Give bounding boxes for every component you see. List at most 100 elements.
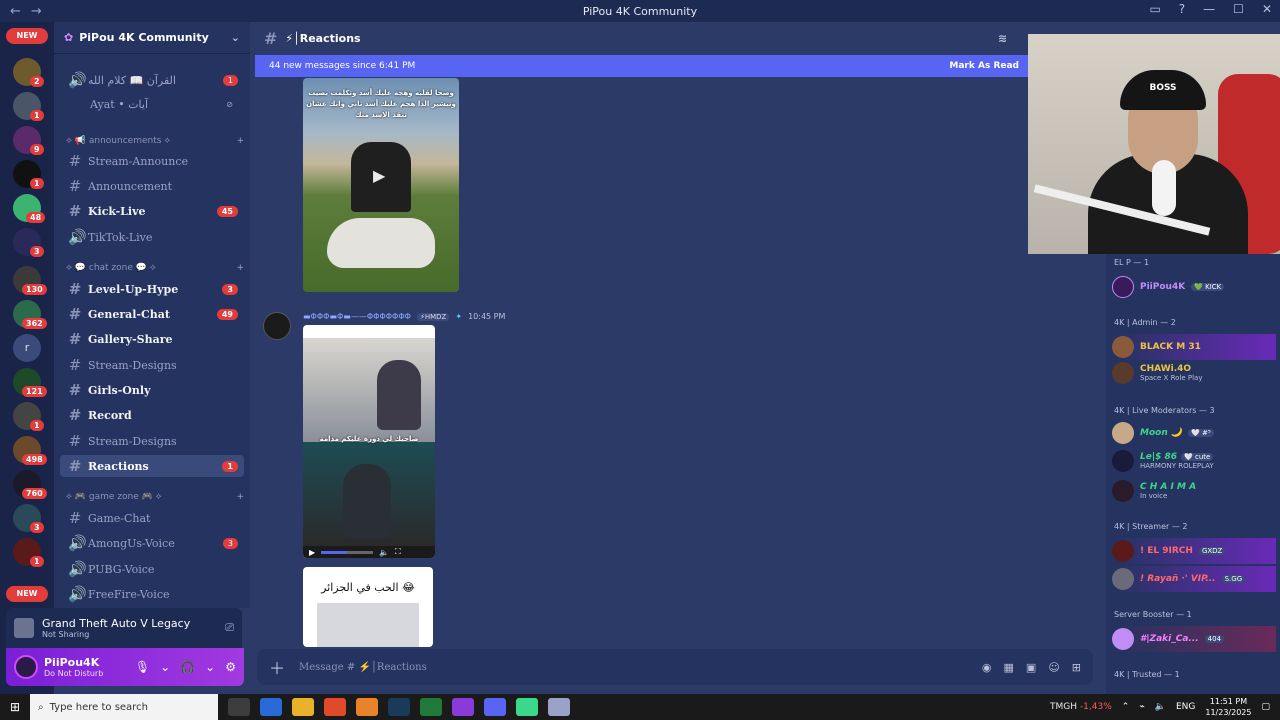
channel-level-up-hype[interactable]: # Level-Up-Hype 3 <box>60 278 244 300</box>
app-icon[interactable] <box>452 698 474 716</box>
app-icon[interactable] <box>548 698 570 716</box>
brave-icon[interactable] <box>324 698 346 716</box>
message-header: ▬ΦΦΦ▬Φ▬——ΦΦΦΦΦΦΦ ⚡HMDZ ✦ 10:45 PM <box>303 312 505 321</box>
back-arrow-icon[interactable]: ← <box>10 4 21 19</box>
network-icon[interactable]: ⌁ <box>1139 702 1144 712</box>
image-attachment[interactable]: الحب في الجزائر 😂 <box>303 567 433 647</box>
category-game-zone[interactable]: ⟡ 🎮 game zone 🎮 ⟡ + <box>66 492 244 502</box>
fullscreen-icon[interactable]: ⛶ <box>395 547 401 557</box>
add-channel-icon[interactable]: + <box>236 136 244 146</box>
channel-announcement[interactable]: # Announcement <box>60 175 244 197</box>
member-item[interactable]: BLACK M 31 <box>1112 334 1276 360</box>
microphone-icon[interactable]: 🎙 <box>135 660 150 674</box>
steam-icon[interactable] <box>388 698 410 716</box>
channel-reactions[interactable]: # Reactions 1 <box>60 455 244 477</box>
app-icon[interactable] <box>356 698 378 716</box>
channel-freefire-voice[interactable]: 🔊 FreeFire-Voice <box>60 583 244 605</box>
member-item[interactable]: Le|$ 86 🤍 cute HARMONY ROLEPLAY <box>1112 448 1276 474</box>
volume-icon[interactable]: 🔈 <box>379 548 389 557</box>
channel-stream-announce[interactable]: # Stream-Announce <box>60 150 244 172</box>
channel-stream-designs[interactable]: # Stream-Designs <box>60 354 244 376</box>
channel-tiktok-live[interactable]: 🔊 TikTok-Live <box>60 226 244 248</box>
screen-share-icon[interactable]: ▭ <box>1149 2 1160 16</box>
app-icon[interactable] <box>260 698 282 716</box>
windows-start-icon[interactable]: ⊞ <box>0 700 30 714</box>
avatar[interactable] <box>14 655 38 679</box>
category-chat-zone[interactable]: ⟡ 💬 chat zone 💬 ⟡ + <box>66 263 244 273</box>
emoji-icon[interactable]: ☺ <box>1048 661 1059 674</box>
new-messages-banner[interactable]: 44 new messages since 6:41 PM Mark As Re… <box>255 55 1035 77</box>
threads-icon[interactable]: ≋ <box>998 32 1007 45</box>
add-channel-icon[interactable]: + <box>236 492 244 502</box>
member-item[interactable]: Moon 🌙 🤍 #⁵ <box>1112 420 1276 446</box>
avatar[interactable] <box>263 312 291 340</box>
channel-label: AmongUs-Voice <box>88 536 175 550</box>
close-icon[interactable]: ✕ <box>1262 2 1272 16</box>
add-attachment-icon[interactable]: ＋ <box>269 655 285 679</box>
gear-icon[interactable]: ⚙ <box>225 660 236 674</box>
video-progress[interactable] <box>321 550 374 554</box>
channel-gallery-share[interactable]: # Gallery-Share <box>60 328 244 350</box>
notifications-icon[interactable]: ▢ <box>1261 702 1270 712</box>
mark-as-read-button[interactable]: Mark As Read <box>949 61 1019 71</box>
member-item[interactable]: ! Rayañ ·' VIP... S.GG <box>1112 566 1276 592</box>
channel-stream-designs-2[interactable]: # Stream-Designs <box>60 430 244 452</box>
member-group-title: Server Booster — 1 <box>1114 610 1192 619</box>
message-input[interactable]: Message # ⚡│Reactions <box>299 662 427 673</box>
channel-pubg-voice[interactable]: 🔊 PUBG-Voice <box>60 558 244 580</box>
member-item[interactable]: CHAWi.4O Space X Role Play <box>1112 360 1276 386</box>
voice-channel[interactable]: Ayat • آيات ⊘ <box>60 93 244 115</box>
member-item[interactable]: PiiPou4K 💚 KICK <box>1112 274 1276 300</box>
apps-icon[interactable]: ⊞ <box>1072 661 1081 674</box>
chevron-down-icon[interactable]: ⌄ <box>160 660 170 674</box>
member-item[interactable]: ! EL 9IRCH GXDZ <box>1112 538 1276 564</box>
chevron-down-icon[interactable]: ⌄ <box>231 31 240 44</box>
minimize-icon[interactable]: — <box>1203 2 1215 16</box>
play-icon[interactable]: ▶ <box>309 548 315 557</box>
video-frame-bottom <box>303 442 435 546</box>
video-attachment[interactable]: صاحبك لي دورة عليكم مدامة ▶ 🔈 ⛶ <box>303 325 435 558</box>
channel-general-chat[interactable]: # General-Chat 49 <box>60 303 244 325</box>
channel-label: Level-Up-Hype <box>88 282 179 296</box>
screen-share-icon[interactable]: ⎚ <box>225 621 234 635</box>
sticker-icon[interactable]: ▣ <box>1026 661 1036 674</box>
voice-channel[interactable]: 🔊 القرآن 📖 كلام الله 1 <box>60 69 244 91</box>
chevron-up-icon[interactable]: ⌃ <box>1122 702 1130 712</box>
clock[interactable]: 11:51 PM 11/23/2025 <box>1205 696 1251 718</box>
guild-header[interactable]: ✿ PiPou 4K Community ⌄ <box>54 22 250 54</box>
play-icon[interactable]: ▶ <box>373 166 385 185</box>
channel-label: Ayat • آيات <box>90 97 149 111</box>
language-indicator[interactable]: ENG <box>1176 702 1195 712</box>
app-icon[interactable] <box>516 698 538 716</box>
task-view-icon[interactable] <box>228 698 250 716</box>
discord-icon[interactable] <box>484 698 506 716</box>
volume-icon[interactable]: 🔈 <box>1155 702 1166 712</box>
channel-kick-live[interactable]: # Kick-Live 45 <box>60 200 244 222</box>
add-channel-icon[interactable]: + <box>236 263 244 273</box>
maximize-icon[interactable]: ☐ <box>1233 2 1244 16</box>
headphones-icon[interactable]: 🎧 <box>180 660 195 674</box>
server-letter-icon[interactable]: r <box>13 334 41 362</box>
chevron-down-icon[interactable]: ⌄ <box>205 660 215 674</box>
gif-icon[interactable]: ▦ <box>1004 661 1014 674</box>
member-item[interactable]: #|Zaki_Ca... 404 <box>1112 626 1276 652</box>
category-announcements[interactable]: ⟡ 📢 announcements ⟡ + <box>66 136 244 146</box>
taskbar-search[interactable]: ⌕ Type here to search <box>30 694 218 720</box>
forward-arrow-icon[interactable]: → <box>31 4 42 19</box>
message-author[interactable]: ▬ΦΦΦ▬Φ▬——ΦΦΦΦΦΦΦ <box>303 312 411 321</box>
help-icon[interactable]: ? <box>1179 2 1185 16</box>
member-item[interactable]: C H A I M A In voice <box>1112 478 1276 504</box>
channel-record[interactable]: # Record <box>60 404 244 426</box>
tiktok-video-attachment[interactable]: وصحا لقلبه وهجه عليك أسد وتكلمت بصيت وتب… <box>303 78 459 292</box>
mute-icon: ⊘ <box>226 99 233 109</box>
speaker-icon: 🔊 <box>68 585 87 603</box>
app-icon[interactable] <box>420 698 442 716</box>
stock-ticker[interactable]: TMGH -1,43% <box>1050 702 1112 712</box>
channel-girls-only[interactable]: # Girls-Only <box>60 379 244 401</box>
gift-icon[interactable]: ◉ <box>982 661 992 674</box>
folder-icon[interactable] <box>292 698 314 716</box>
channel-label: Girls-Only <box>88 383 151 397</box>
video-caption: صاحبك لي دورة عليكم مدامة <box>319 435 419 443</box>
channel-amongus-voice[interactable]: 🔊 AmongUs-Voice 3 <box>60 532 244 554</box>
channel-game-chat[interactable]: # Game-Chat <box>60 507 244 529</box>
